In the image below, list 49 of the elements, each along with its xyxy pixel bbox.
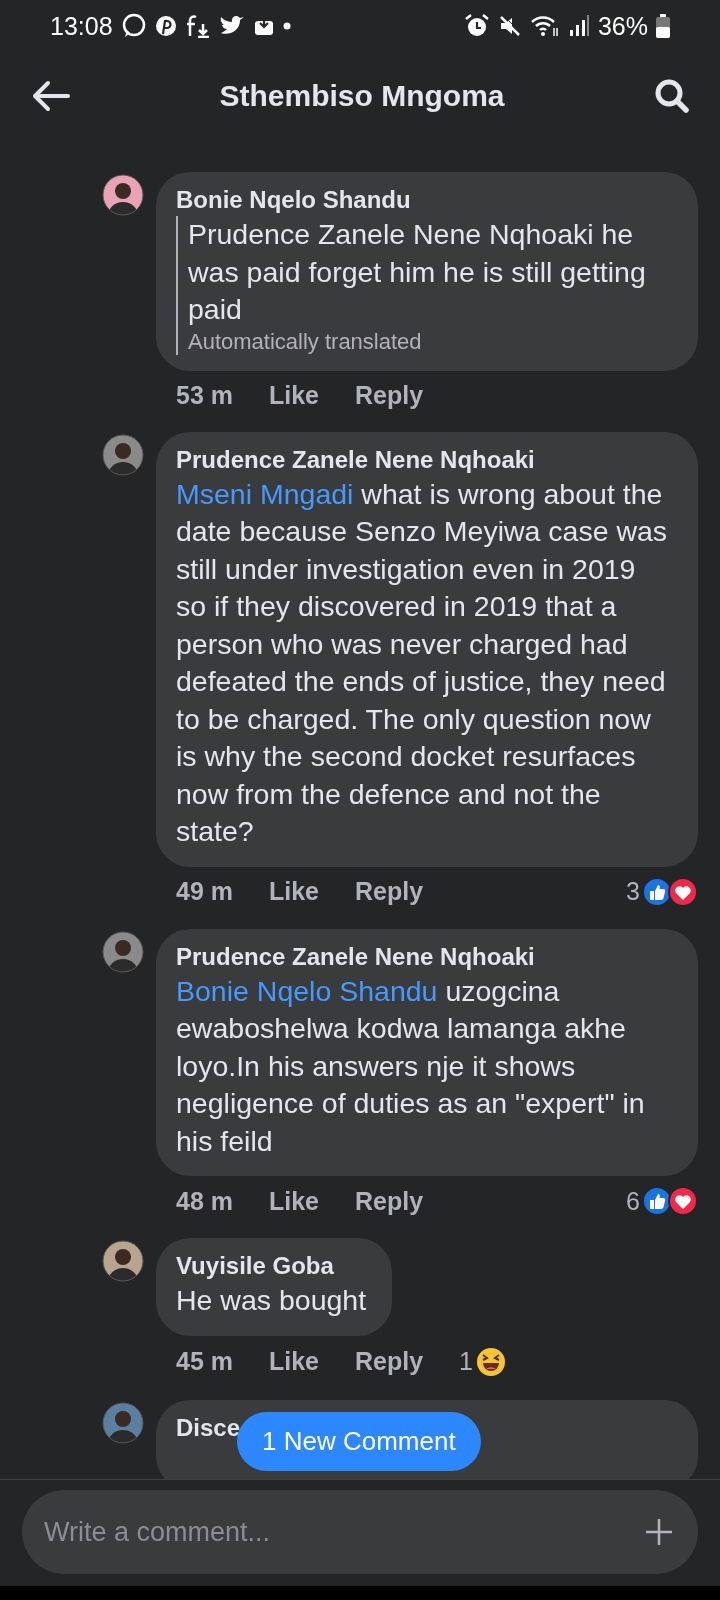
comment-text: He was bought <box>176 1283 367 1318</box>
reaction-count: 6 <box>626 1186 640 1216</box>
reply-button[interactable]: Reply <box>355 1186 424 1216</box>
author-name[interactable]: Prudence Zanele Nene Nqhoaki <box>176 940 535 973</box>
avatar <box>102 433 144 476</box>
page-title: Sthembiso Mngoma <box>218 79 506 113</box>
laughing-face-icon <box>475 1345 507 1378</box>
translation-note: Automatically translated <box>188 328 423 355</box>
comment-text: Prudence Zanele Nene Nqhoaki he was paid forget him he is still getting paid <box>188 217 647 327</box>
mute-icon <box>497 14 522 38</box>
signal-icon <box>567 14 590 38</box>
battery-percent: 36% <box>597 11 648 41</box>
comment-time: 48 m <box>176 1186 233 1216</box>
like-button[interactable]: Like <box>269 877 319 906</box>
download-icon <box>184 14 211 38</box>
reply-button[interactable]: Reply <box>355 1347 424 1376</box>
avatar <box>102 1401 144 1444</box>
alarm-icon <box>463 13 490 39</box>
like-button[interactable]: Like <box>269 1186 319 1216</box>
mention-link[interactable]: Mseni Mngadi <box>176 477 354 510</box>
mention-link[interactable]: Bonie Nqelo Shandu <box>176 974 438 1007</box>
author-name[interactable]: Vuyisile Goba <box>176 1250 334 1282</box>
comment-time: 45 m <box>176 1347 233 1376</box>
search-icon <box>654 78 690 114</box>
like-button[interactable]: Like <box>269 380 319 410</box>
author-name[interactable]: Prudence Zanele Nene Nqhoaki <box>176 443 535 476</box>
comment-time: 53 m <box>176 380 233 410</box>
pin-icon <box>154 15 177 37</box>
clock-time: 13:08 <box>50 11 113 41</box>
comment-field[interactable]: Write a comment... <box>22 1490 698 1574</box>
comment-time: 49 m <box>176 877 233 906</box>
battery-icon <box>656 14 670 38</box>
back-arrow-icon <box>32 80 70 112</box>
reply-button[interactable]: Reply <box>355 877 424 906</box>
comment-text: Bonie Nqelo Shandu uzogcina ewaboshelwa kodwa lamanga akhe loyo.In his answers nje it shows negligence of duties as an "expert" in his feild <box>176 973 646 1159</box>
avatar <box>102 930 144 973</box>
author-name[interactable]: Bonie Nqelo Shandu <box>176 184 411 216</box>
reaction-count: 1 <box>459 1347 473 1376</box>
dot-icon <box>282 22 291 30</box>
wifi-icon <box>529 14 560 38</box>
avatar <box>102 1240 144 1282</box>
reaction-count: 3 <box>626 877 640 906</box>
reply-button[interactable]: Reply <box>355 380 424 410</box>
comment-text: Mseni Mngadi what is wrong about the date because Senzo Meyiwa case was still under investigation even in 2019 so if they discovered in 2019 that a person who was never charged had defeated the ends of justice, they need to be charged. The only question now is why the second docket resurfaces now from the defence and not the state? <box>176 476 669 849</box>
plus-icon <box>644 1517 674 1547</box>
chat-bubble-icon <box>120 13 147 39</box>
avatar <box>102 174 144 216</box>
like-button[interactable]: Like <box>269 1347 319 1376</box>
bird-icon <box>218 15 245 37</box>
